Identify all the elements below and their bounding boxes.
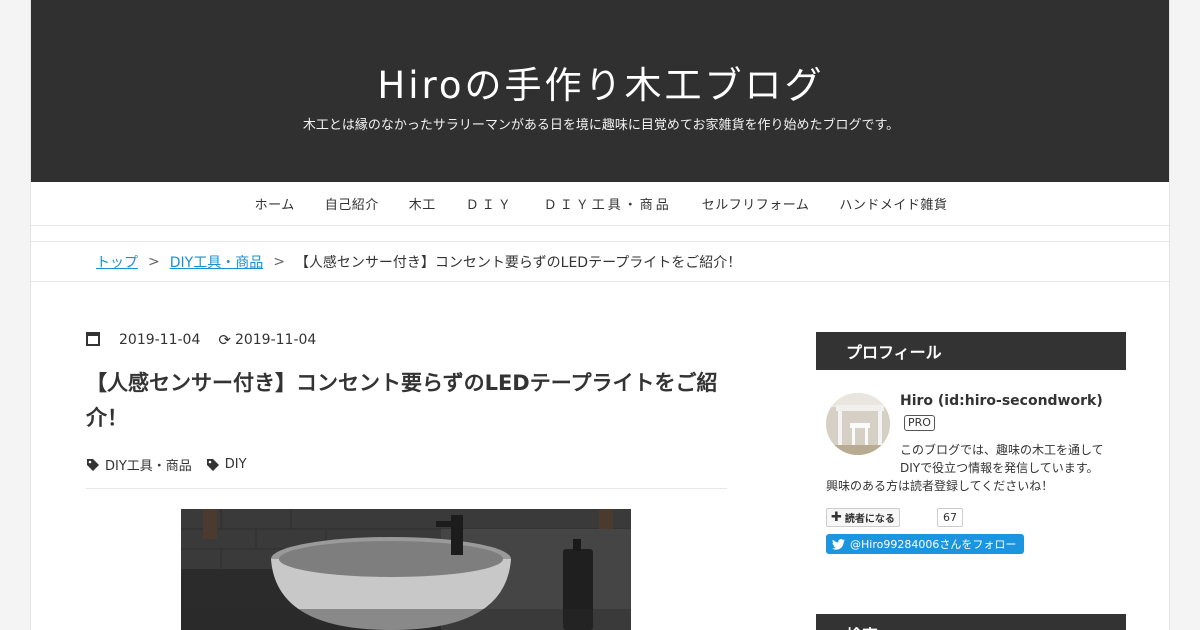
calendar-icon	[86, 332, 100, 346]
breadcrumb-category-link[interactable]: DIY工具・商品	[170, 252, 263, 272]
entry-updated-date: 2019-11-04	[234, 332, 317, 348]
breadcrumb: トップ > DIY工具・商品 > 【人感センサー付き】コンセント要らずのLEDテ…	[31, 242, 1169, 282]
page-container: Hiroの手作り木工ブログ 木工とは縁のなかったサラリーマンがある日を境に趣味に…	[30, 0, 1170, 630]
tag-diy-tools[interactable]: DIY工具・商品	[86, 455, 192, 474]
breadcrumb-current: 【人感センサー付き】コンセント要らずのLEDテープライトをご紹介！	[294, 254, 742, 271]
tag-label: DIY	[224, 457, 247, 472]
breadcrumb-separator: >	[148, 253, 160, 270]
refresh-icon: ⟳	[218, 331, 231, 349]
nav-item-woodwork[interactable]: 木工	[409, 194, 436, 213]
nav-divider-strip	[31, 226, 1169, 242]
site-title-link[interactable]: Hiroの手作り木工ブログ	[31, 55, 1169, 109]
profile-description-line: DIYで役立つ情報を発信しています。	[900, 461, 1099, 475]
site-header: Hiroの手作り木工ブログ 木工とは縁のなかったサラリーマンがある日を境に趣味に…	[31, 0, 1169, 182]
nav-item-diy[interactable]: ＤＩＹ	[466, 194, 514, 213]
subscribe-button[interactable]: ✚ 読者になる	[826, 508, 900, 527]
pro-badge: PRO	[904, 415, 935, 431]
twitter-bird-icon	[832, 538, 845, 550]
entry-title[interactable]: 【人感センサー付き】コンセント要らずのLEDテープライトをご紹介！	[86, 366, 726, 436]
global-nav: ホーム 自己紹介 木工 ＤＩＹ ＤＩＹ工具・商品 セルフリフォーム ハンドメイド…	[31, 182, 1169, 226]
twitter-follow-button[interactable]: @Hiro99284006さんをフォロー	[826, 534, 1025, 554]
entry-photo-sink[interactable]	[181, 509, 631, 630]
profile-widget-heading: プロフィール	[816, 332, 1126, 370]
profile-description-line: 興味のある方は読者登録してくださいね！	[826, 479, 1054, 493]
entry-tags: DIY工具・商品 DIY	[86, 455, 261, 474]
profile-description: このブログでは、趣味の木工を通して DIYで役立つ情報を発信しています。 興味の…	[826, 441, 1126, 495]
entry-meta: 2019-11-04 ⟳ 2019-11-04	[86, 331, 316, 349]
entry-date: 2019-11-04	[119, 332, 201, 348]
tag-icon	[87, 458, 99, 471]
profile-name[interactable]: Hiro (id:hiro-secondwork)	[900, 393, 1103, 409]
breadcrumb-top-link[interactable]: トップ	[96, 252, 138, 272]
profile-description-line: このブログでは、趣味の木工を通して	[900, 443, 1104, 457]
subscriber-count: 67	[937, 508, 963, 527]
nav-item-home[interactable]: ホーム	[255, 194, 295, 213]
breadcrumb-separator: >	[273, 253, 285, 270]
site-description: 木工とは縁のなかったサラリーマンがある日を境に趣味に目覚めてお家雑貨を作り始めた…	[302, 118, 900, 133]
tag-diy[interactable]: DIY	[206, 457, 247, 472]
nav-item-self-reform[interactable]: セルフリフォーム	[702, 194, 810, 213]
nav-item-diy-tools[interactable]: ＤＩＹ工具・商品	[544, 194, 672, 213]
plus-icon: ✚	[831, 510, 842, 525]
subscribe-label: 読者になる	[844, 514, 895, 525]
sink-photo-image	[181, 509, 631, 630]
twitter-follow-label: @Hiro99284006さんをフォロー	[850, 538, 1017, 551]
search-widget-heading: 検索	[816, 614, 1126, 630]
tag-label: DIY工具・商品	[105, 459, 192, 474]
entry-header-divider	[86, 488, 727, 489]
nav-item-about[interactable]: 自己紹介	[325, 194, 379, 213]
tag-icon	[206, 458, 219, 471]
nav-item-handmade[interactable]: ハンドメイド雑貨	[839, 194, 947, 213]
